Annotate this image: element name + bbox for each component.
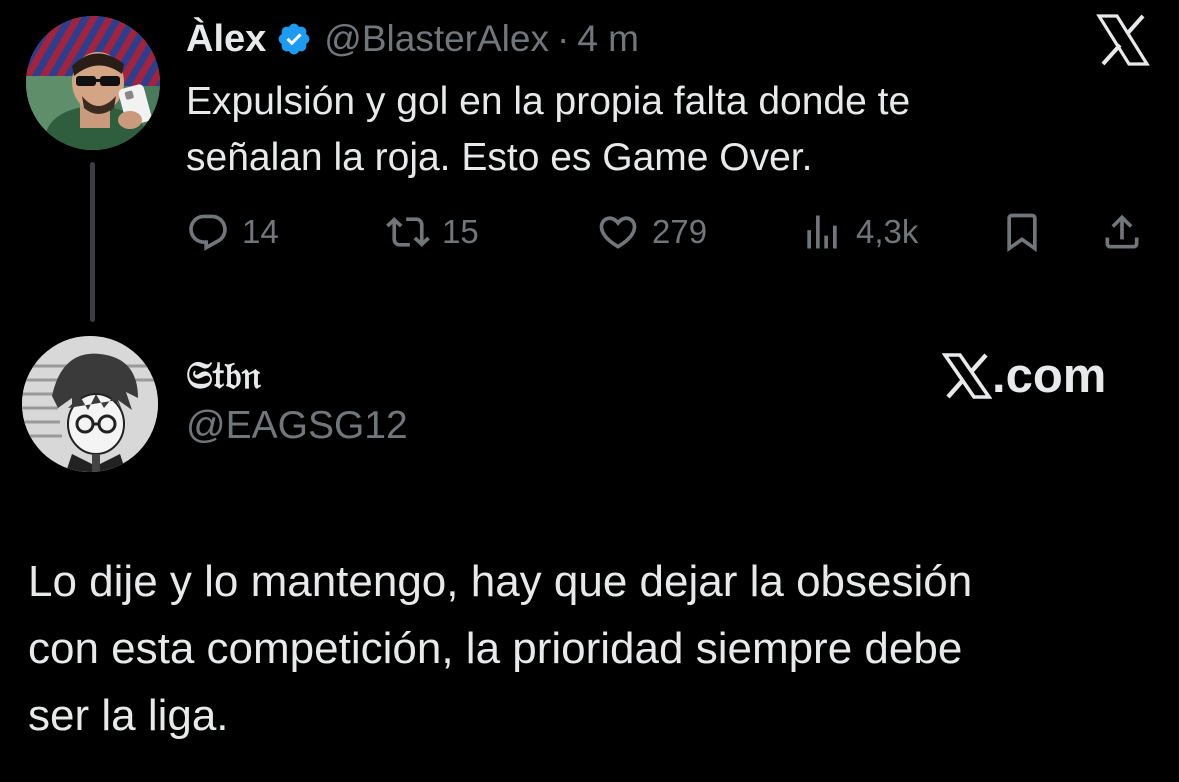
retweet-button[interactable]: 15 — [386, 206, 479, 258]
user-handle[interactable]: @BlasterAlex — [324, 18, 549, 60]
timestamp[interactable]: 4 m — [577, 18, 639, 60]
tweet-text: Lo dije y lo mantengo, hay que dejar la … — [28, 548, 1158, 749]
tweet-actions-bar: 14 15 279 4,3k — [186, 206, 1146, 258]
tweet-text-line: con esta competición, la prioridad siemp… — [28, 624, 963, 673]
display-name[interactable]: Àlex — [186, 18, 266, 61]
retweet-count: 15 — [442, 213, 479, 250]
tweet-text-line: ser la liga. — [28, 691, 229, 740]
speech-bubble-icon — [189, 214, 227, 251]
user-handle[interactable]: @EAGSG12 — [186, 404, 408, 448]
x-com-text: .com — [992, 349, 1107, 403]
avatar[interactable] — [22, 336, 158, 472]
tweet-header: Àlex @BlasterAlex · 4 m — [186, 14, 639, 64]
avatar[interactable] — [26, 16, 160, 150]
share-button[interactable] — [1100, 206, 1144, 258]
separator-dot: · — [556, 18, 570, 59]
heart-icon — [599, 216, 637, 249]
verified-badge-icon — [278, 23, 310, 55]
bookmark-button[interactable] — [1000, 206, 1044, 258]
avatar-illustration — [26, 16, 160, 150]
display-name[interactable]: 𝔖𝔱𝔟𝔫 — [186, 352, 261, 398]
tweet-screenshot: Àlex @BlasterAlex · 4 m Expulsión y gol … — [0, 0, 1179, 782]
share-upload-icon — [1105, 214, 1139, 249]
reply-count: 14 — [242, 213, 279, 250]
avatar-illustration — [22, 336, 158, 472]
bookmark-icon — [1007, 213, 1037, 253]
reply-button[interactable]: 14 — [186, 206, 279, 258]
retweet-arrows-icon — [386, 217, 430, 247]
x-logo-icon — [1096, 14, 1150, 66]
views-count: 4,3k — [856, 213, 919, 250]
like-count: 279 — [652, 213, 708, 250]
thread-connector-line — [90, 162, 95, 322]
like-button[interactable]: 279 — [596, 206, 707, 258]
tweet-text: Expulsión y gol en la propia falta donde… — [186, 74, 1086, 186]
tweet-text-line: Lo dije y lo mantengo, hay que dejar la … — [28, 557, 973, 606]
tweet-text-line: señalan la roja. Esto es Game Over. — [186, 136, 813, 179]
x-logo-icon — [942, 353, 992, 399]
bar-chart-icon — [807, 215, 837, 249]
tweet-text-line: Expulsión y gol en la propia falta donde… — [186, 80, 911, 123]
x-com-watermark: .com — [942, 348, 1132, 404]
views-button[interactable]: 4,3k — [800, 206, 918, 258]
